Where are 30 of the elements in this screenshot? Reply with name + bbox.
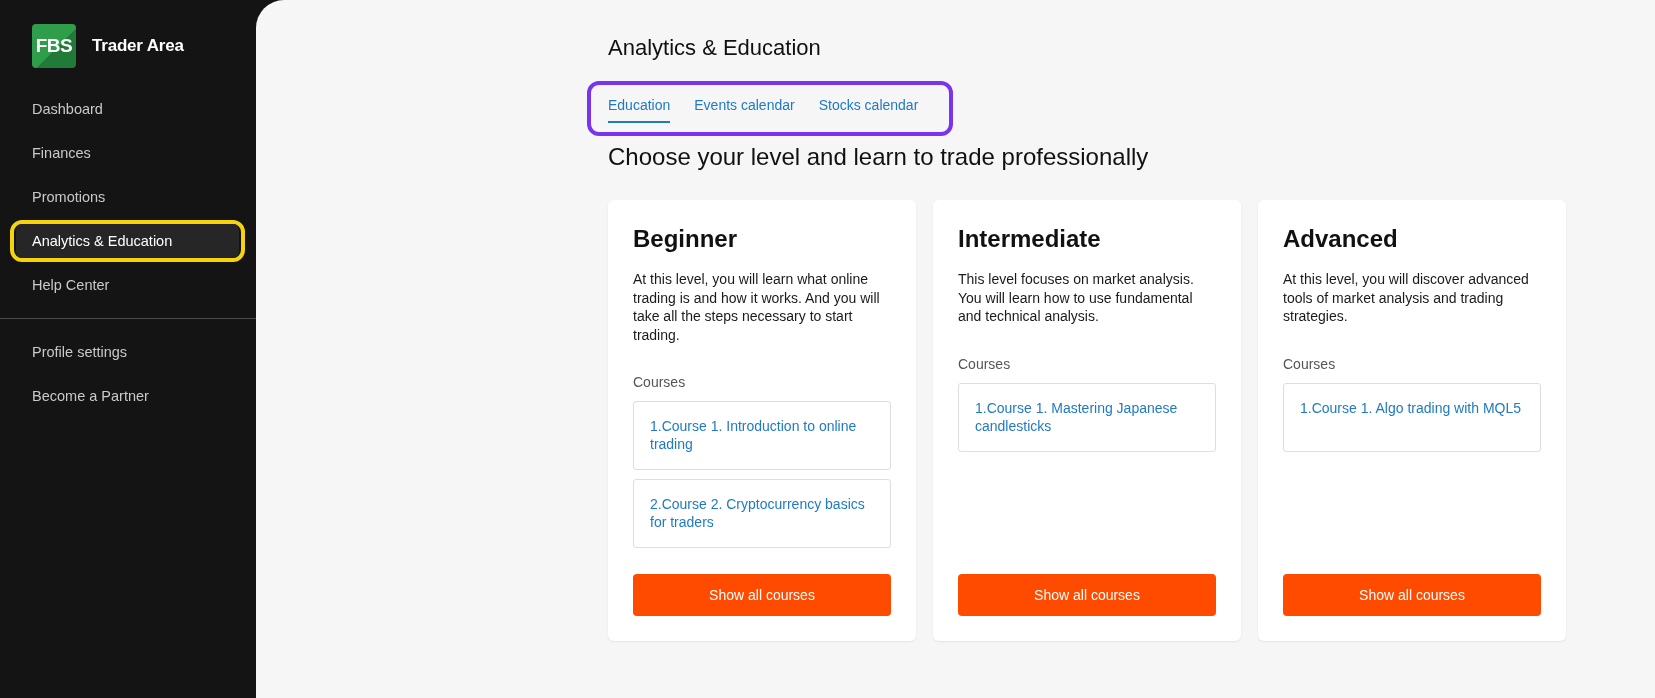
sidebar-item[interactable]: Promotions — [16, 180, 239, 214]
course-link[interactable]: 1.Course 1. Introduction to online trading — [633, 401, 891, 470]
course-link[interactable]: 2.Course 2. Cryptocurrency basics for traders — [633, 479, 891, 548]
level-description: This level focuses on market analysis. You will learn how to use fundamental and technical analysis. — [958, 270, 1195, 326]
logo: FBS — [32, 24, 76, 68]
show-all-courses-button[interactable]: Show all courses — [633, 574, 891, 616]
section-heading: Choose your level and learn to trade professionally — [608, 142, 1150, 172]
page-title: Analytics & Education — [608, 34, 822, 62]
show-all-courses-button[interactable]: Show all courses — [958, 574, 1216, 616]
app-title: Trader Area — [92, 35, 184, 58]
show-all-courses-button[interactable]: Show all courses — [1283, 574, 1541, 616]
tab[interactable]: Education — [608, 95, 671, 123]
course-link[interactable]: 1.Course 1. Mastering Japanese candlesticks — [958, 382, 1216, 452]
courses-label: Courses — [633, 373, 687, 391]
level-description: At this level, you will learn what online trading is and how it works. And you will take all the steps necessary to start trading. — [633, 270, 881, 344]
courses-label: Courses — [958, 354, 1012, 373]
sidebar-item[interactable]: Profile settings — [16, 335, 239, 369]
courses-label: Courses — [1283, 354, 1337, 373]
sidebar-item[interactable]: Analytics & Education — [16, 224, 239, 258]
sidebar-item[interactable]: Dashboard — [16, 92, 239, 126]
level-title: Intermediate — [958, 225, 1102, 253]
level-description: At this level, you will discover advanced tools of market analysis and trading strategies. — [1283, 270, 1530, 326]
sidebar-item[interactable]: Help Center — [16, 268, 239, 302]
tab[interactable]: Events calendar — [694, 95, 795, 123]
course-link[interactable]: 1.Course 1. Algo trading with MQL5 — [1283, 382, 1541, 452]
tab[interactable]: Stocks calendar — [818, 95, 919, 123]
level-title: Beginner — [633, 225, 738, 253]
level-title: Advanced — [1283, 225, 1399, 253]
sidebar-item[interactable]: Finances — [16, 136, 239, 170]
sidebar-item[interactable]: Become a Partner — [16, 379, 239, 413]
